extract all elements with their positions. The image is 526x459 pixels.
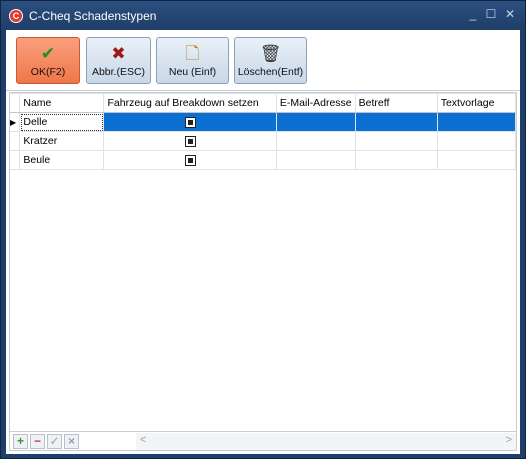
cell-subject[interactable]: [354, 112, 438, 132]
new-button[interactable]: 🗋 Neu (Einf): [156, 37, 229, 84]
delete-button-label: Löschen(Entf): [237, 66, 304, 78]
remove-record-button[interactable]: −: [30, 434, 45, 449]
minimize-button[interactable]: _: [466, 7, 480, 21]
breakdown-checkbox[interactable]: [184, 116, 196, 128]
cell-name[interactable]: Kratzer: [19, 131, 105, 151]
cell-breakdown[interactable]: [103, 150, 277, 170]
cell-subject[interactable]: [354, 131, 438, 151]
cell-template[interactable]: [436, 112, 517, 132]
cell-email[interactable]: [275, 131, 356, 151]
cancel-button-label: Abbr.(ESC): [91, 66, 146, 78]
grid-table: Name Fahrzeug auf Breakdown setzen E-Mai…: [10, 93, 517, 170]
grid-navigator: + − ✓ × < >: [9, 432, 517, 451]
new-document-icon: 🗋: [185, 44, 200, 63]
cell-email[interactable]: [275, 112, 356, 132]
cell-email[interactable]: [275, 150, 356, 170]
row-indicator: ▶: [10, 112, 21, 132]
table-row[interactable]: ▶ Delle: [10, 112, 517, 132]
add-record-button[interactable]: +: [13, 434, 28, 449]
column-header-email[interactable]: E-Mail-Adresse: [275, 93, 356, 113]
breakdown-checkbox[interactable]: [184, 135, 196, 147]
cell-name[interactable]: Beule: [19, 150, 105, 170]
navigator-buttons: + − ✓ ×: [10, 433, 83, 450]
data-grid[interactable]: Name Fahrzeug auf Breakdown setzen E-Mai…: [9, 92, 517, 432]
app-logo-icon: C: [9, 9, 23, 23]
column-header-template[interactable]: Textvorlage: [436, 93, 517, 113]
delete-button[interactable]: 🗑 Löschen(Entf): [234, 37, 307, 84]
cancel-record-button[interactable]: ×: [64, 434, 79, 449]
cell-template[interactable]: [436, 131, 517, 151]
cell-breakdown[interactable]: [103, 131, 277, 151]
toolbar: ✔ OK(F2) ✖ Abbr.(ESC) 🗋 Neu (Einf) 🗑 Lös…: [6, 30, 520, 91]
column-header-subject[interactable]: Betreff: [354, 93, 438, 113]
cell-breakdown[interactable]: [103, 112, 277, 132]
post-record-button[interactable]: ✓: [47, 434, 62, 449]
window-title: C-Cheq Schadenstypen: [29, 9, 157, 23]
indicator-header: [10, 93, 21, 113]
close-button[interactable]: ✕: [503, 7, 517, 21]
table-row[interactable]: Beule: [10, 150, 517, 170]
row-indicator: [10, 150, 21, 170]
cross-icon: ✖: [111, 44, 126, 63]
cell-subject[interactable]: [354, 150, 438, 170]
app-window: C C-Cheq Schadenstypen _ ☐ ✕ ✔ OK(F2) ✖ …: [0, 0, 526, 459]
maximize-button[interactable]: ☐: [484, 7, 498, 21]
row-indicator: [10, 131, 21, 151]
new-button-label: Neu (Einf): [168, 66, 217, 78]
cancel-button[interactable]: ✖ Abbr.(ESC): [86, 37, 151, 84]
client-area: ✔ OK(F2) ✖ Abbr.(ESC) 🗋 Neu (Einf) 🗑 Lös…: [6, 30, 520, 454]
scroll-right-icon[interactable]: >: [506, 434, 512, 446]
horizontal-scrollbar[interactable]: < >: [136, 433, 516, 450]
ok-button[interactable]: ✔ OK(F2): [16, 37, 80, 84]
title-bar[interactable]: C C-Cheq Schadenstypen _ ☐ ✕: [1, 1, 525, 30]
cell-name[interactable]: Delle: [19, 112, 105, 132]
ok-button-label: OK(F2): [30, 66, 66, 78]
check-icon: ✔: [40, 44, 56, 63]
column-header-name[interactable]: Name: [19, 93, 105, 113]
table-row[interactable]: Kratzer: [10, 131, 517, 151]
cell-template[interactable]: [436, 150, 517, 170]
scroll-left-icon[interactable]: <: [140, 434, 146, 446]
header-row: Name Fahrzeug auf Breakdown setzen E-Mai…: [10, 93, 517, 113]
trash-icon: 🗑: [259, 44, 282, 63]
column-header-breakdown[interactable]: Fahrzeug auf Breakdown setzen: [103, 93, 277, 113]
current-row-icon: ▶: [10, 118, 17, 127]
breakdown-checkbox[interactable]: [184, 154, 196, 166]
